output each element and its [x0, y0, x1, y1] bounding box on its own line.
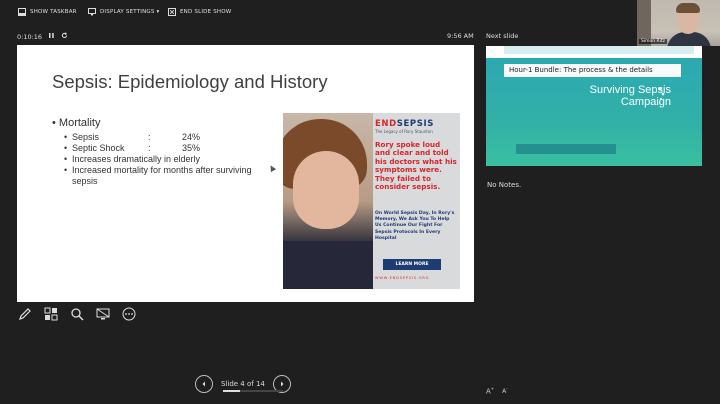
stat-colon: : — [148, 132, 151, 142]
photo-face — [293, 151, 359, 229]
show-taskbar-label: SHOW TASKBAR — [30, 9, 77, 15]
black-screen-icon[interactable] — [95, 306, 111, 322]
bullet-mortality-text: Mortality — [58, 117, 101, 129]
next-slide-title: Hour-1 Bundle: The process & the details — [504, 64, 681, 77]
photo-shirt — [283, 241, 373, 289]
end-show-icon — [168, 8, 176, 16]
end-sepsis-image: ENDSEPSIS The Legacy of Rory Staunton Ro… — [283, 113, 460, 289]
slide-progress-bar — [223, 390, 283, 392]
slide-counter[interactable]: Slide 4 of 14 — [221, 380, 265, 388]
chevron-right-icon — [280, 381, 284, 387]
more-options-icon[interactable] — [121, 306, 137, 322]
end-slide-show-label: END SLIDE SHOW — [180, 9, 232, 15]
boy-photo — [283, 113, 373, 289]
display-settings-button[interactable]: DISPLAY SETTINGS ▾ — [88, 8, 160, 16]
video-person-body — [667, 32, 711, 46]
participant-name: Simon Ritz — [639, 39, 668, 44]
chevron-left-icon — [202, 381, 205, 387]
previous-slide-button[interactable] — [195, 375, 213, 393]
stat-colon: : — [148, 143, 151, 153]
taskbar-icon — [18, 8, 26, 16]
decrease-font-icon[interactable]: A- — [502, 386, 508, 395]
presenter-tools — [17, 306, 137, 322]
display-settings-label: DISPLAY SETTINGS ▾ — [100, 9, 160, 15]
current-slide[interactable]: Sepsis: Epidemiology and History • Morta… — [17, 45, 474, 302]
see-all-slides-icon[interactable] — [43, 306, 59, 322]
campaign-dots-icon — [646, 86, 666, 106]
slide-progress-fill — [223, 390, 241, 392]
increase-font-icon[interactable]: A+ — [486, 386, 494, 395]
notes-font-controls: A+ A- — [486, 386, 508, 395]
bullet-mortality: • Mortality — [52, 117, 101, 129]
end-slide-show-button[interactable]: END SLIDE SHOW — [168, 8, 231, 16]
stat-row-septic-shock: Septic Shock : 35% — [52, 143, 262, 154]
stat-name: Septic Shock — [72, 143, 125, 153]
end-sepsis-url: WWW.ENDSEPSIS.ORG — [375, 276, 430, 280]
sub-bullet-months: Increased mortality for months after sur… — [52, 165, 262, 187]
timer-area: 0:10:16 — [17, 32, 68, 41]
slide-bullets: • Mortality Sepsis : 24% Septic Shock : … — [52, 117, 262, 187]
sponsor-logos — [516, 144, 616, 154]
pen-tool-icon[interactable] — [17, 306, 33, 322]
slide-title: Sepsis: Epidemiology and History — [52, 71, 328, 92]
sub-bullet-elderly: Increases dramatically in elderly — [52, 154, 262, 165]
display-icon — [88, 8, 96, 16]
presenter-toolbar: SHOW TASKBAR DISPLAY SETTINGS ▾ END SLID… — [0, 0, 720, 26]
stat-name: Sepsis — [72, 132, 100, 142]
next-slide-label: Next slide — [486, 32, 519, 40]
speaker-notes: No Notes. — [487, 181, 522, 189]
next-slide-preview[interactable]: Hour-1 Bundle: The process & the details… — [486, 46, 702, 166]
clock: 9:56 AM — [447, 32, 474, 40]
mouse-cursor-icon — [267, 163, 277, 173]
restart-icon[interactable] — [61, 32, 68, 41]
stat-row-sepsis: Sepsis : 24% — [52, 132, 262, 143]
video-person-hair — [676, 3, 700, 13]
end-sepsis-headline: Rory spoke loud and clear and told his d… — [375, 140, 457, 192]
elapsed-timer: 0:10:16 — [17, 32, 43, 41]
next-slide-cap — [504, 46, 694, 54]
show-taskbar-button[interactable]: SHOW TASKBAR — [18, 8, 77, 16]
end-sepsis-subtitle: The Legacy of Rory Staunton — [375, 129, 433, 134]
end-sepsis-body: On World Sepsis Day, In Rory's Memory, W… — [375, 211, 455, 241]
webcam-video: Simon Ritz — [637, 0, 720, 46]
stat-value: 35% — [182, 143, 201, 153]
pause-icon[interactable] — [48, 32, 55, 41]
end-sepsis-logo: ENDSEPSIS — [375, 119, 434, 129]
learn-more-badge: LEARN MORE — [383, 259, 441, 270]
zoom-icon[interactable] — [69, 306, 85, 322]
stat-value: 24% — [182, 132, 201, 142]
